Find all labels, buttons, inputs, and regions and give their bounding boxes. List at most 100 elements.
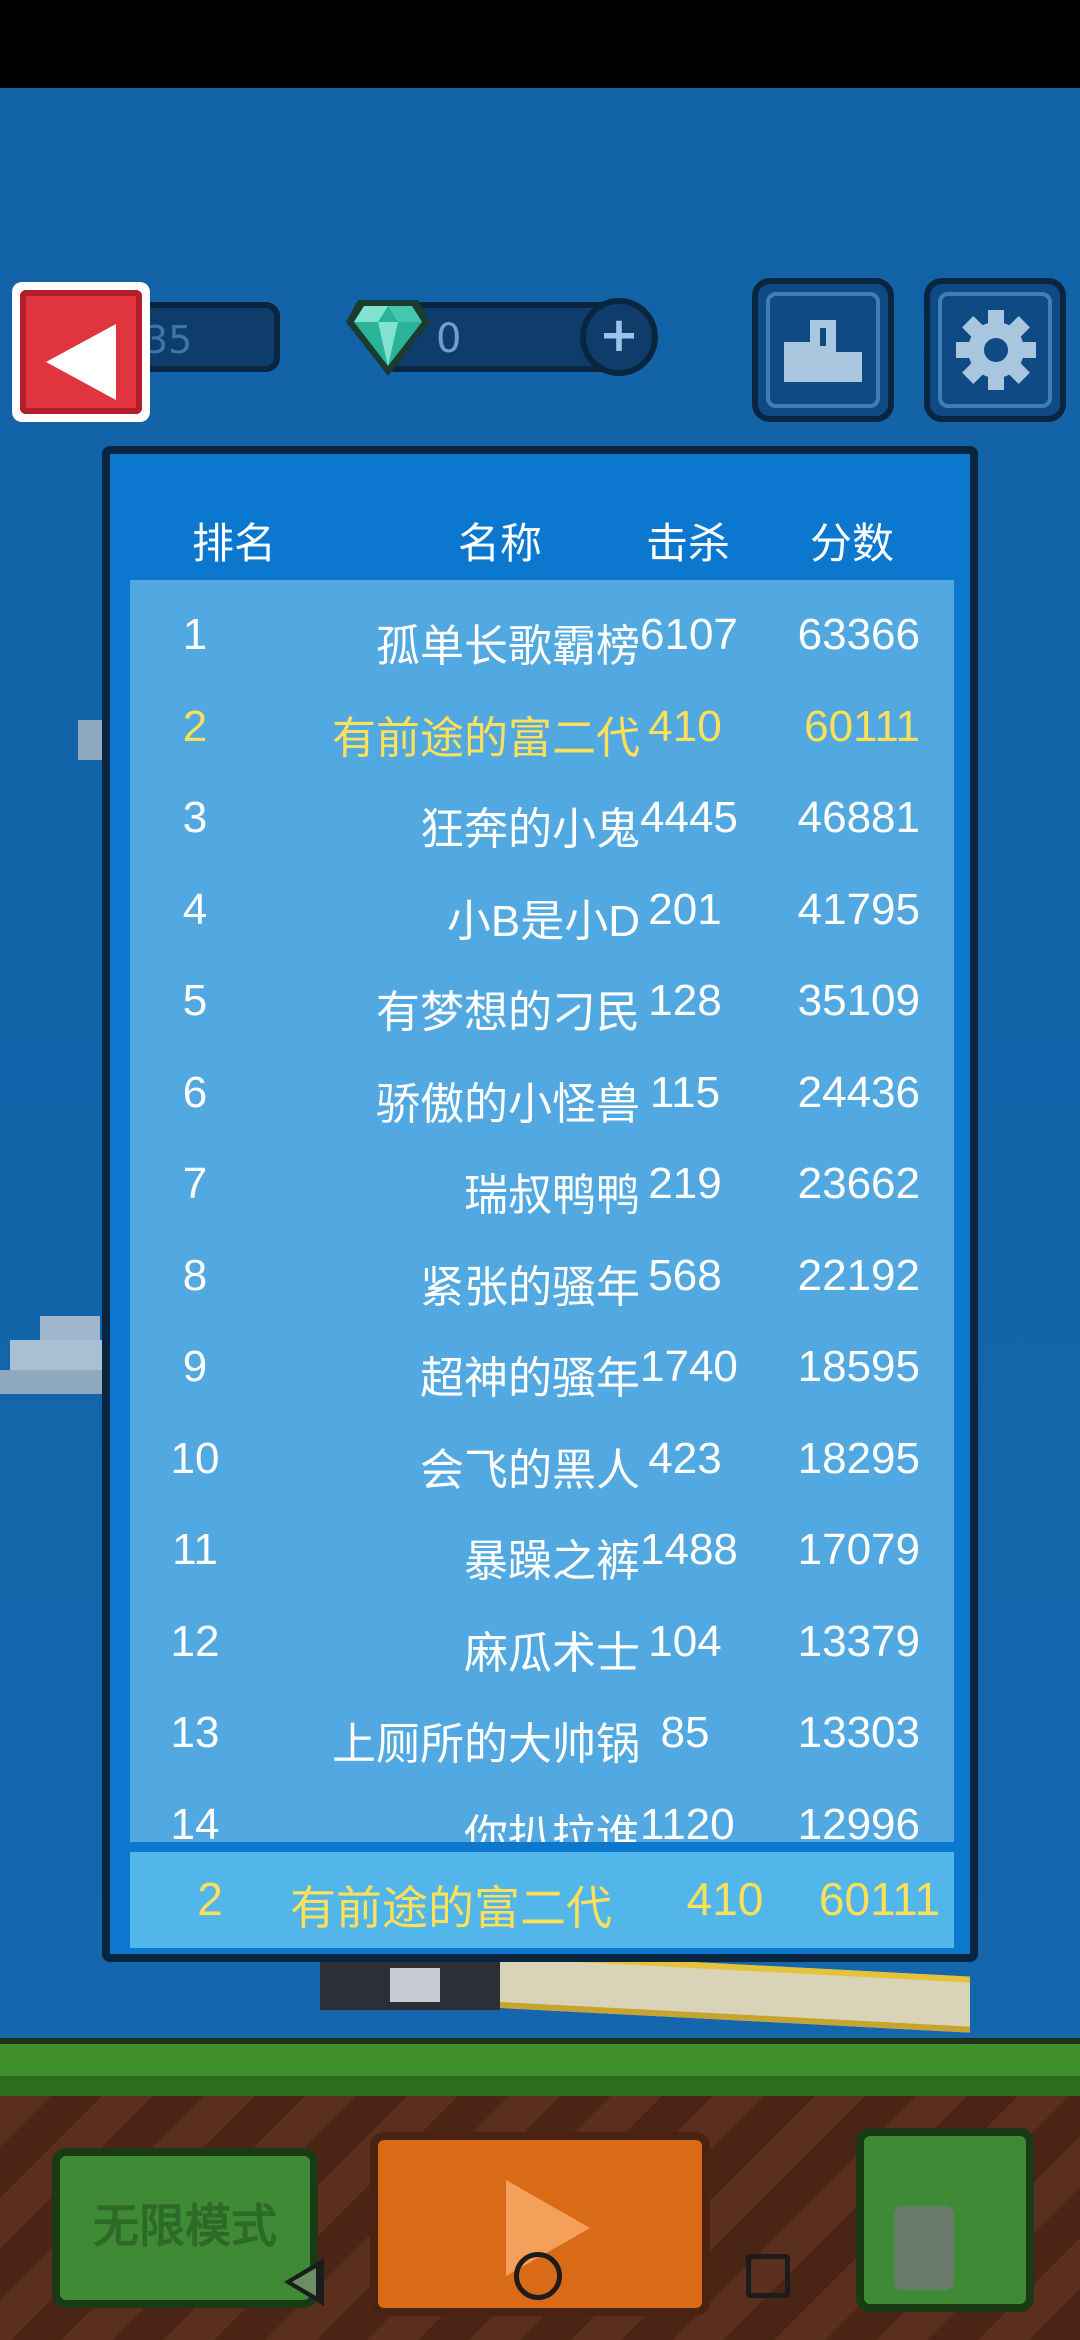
kills-cell: 1740	[640, 1342, 738, 1391]
name-cell: 上厕所的大帅锅	[332, 1720, 640, 1769]
name-cell: 有前途的富二代	[332, 713, 640, 763]
name-cell: 孤单长歌霸榜	[376, 622, 640, 671]
score-cell: 23662	[797, 1159, 920, 1208]
name-cell: 暴躁之裤	[464, 1537, 640, 1586]
leaderboard-row: 8 紧张的骚年 568 22192	[130, 1235, 954, 1327]
rank-cell: 10	[170, 1433, 220, 1483]
my-rank: 2	[197, 1873, 223, 1925]
back-button-face	[20, 290, 142, 414]
rank-cell: 13	[170, 1708, 220, 1757]
score-cell: 13303	[797, 1708, 920, 1757]
gear-icon	[956, 310, 1036, 390]
coins-counter: 35	[140, 302, 280, 372]
kills-cell: 1488	[640, 1525, 738, 1574]
podium-icon	[784, 320, 862, 382]
score-cell: 35109	[797, 976, 920, 1025]
back-arrow-icon	[46, 324, 116, 400]
rank-cell: 11	[172, 1525, 218, 1574]
my-score: 60111	[818, 1873, 940, 1925]
kills-cell: 85	[660, 1708, 710, 1757]
leaderboard-row: 3 狂奔的小鬼 4445 46881	[130, 777, 954, 869]
rank-cell: 2	[182, 701, 208, 751]
leaderboard-row: 2 有前途的富二代 410 60111	[130, 686, 954, 778]
leaderboard-row: 13 上厕所的大帅锅 85 13303	[130, 1692, 954, 1784]
name-cell: 超神的骚年	[420, 1354, 640, 1403]
name-cell: 瑞叔鸭鸭	[464, 1171, 640, 1220]
score-cell: 22192	[797, 1250, 920, 1300]
leaderboard-row: 11 暴躁之裤 1488 17079	[130, 1509, 954, 1601]
header-rank: 排名	[192, 520, 277, 567]
header-kills: 击杀	[646, 520, 731, 567]
cloud-part	[10, 1340, 110, 1370]
rank-cell: 1	[182, 610, 208, 659]
rank-cell: 6	[182, 1067, 208, 1117]
nav-home-icon[interactable]	[514, 2252, 562, 2300]
leaderboard-row: 6 骄傲的小怪兽 115 24436	[130, 1052, 954, 1144]
leaderboard-row: 14 你扒拉谁 1120 12996	[130, 1784, 954, 1843]
score-cell: 17079	[797, 1525, 920, 1574]
leaderboard-row: 10 会飞的黑人 423 18295	[130, 1418, 954, 1510]
kills-cell: 1120	[640, 1799, 735, 1843]
score-cell: 60111	[804, 701, 920, 751]
leaderboard-row: 9 超神的骚年 1740 18595	[130, 1326, 954, 1418]
kills-cell: 128	[648, 976, 722, 1025]
score-cell: 18295	[797, 1433, 920, 1483]
nav-recents-icon[interactable]	[746, 2254, 790, 2298]
rank-cell: 7	[182, 1159, 208, 1208]
header-score: 分数	[810, 520, 895, 567]
rank-cell: 3	[182, 793, 208, 842]
kills-cell: 201	[648, 884, 722, 934]
name-cell: 小B是小D	[446, 896, 640, 946]
name-cell: 你扒拉谁	[464, 1811, 640, 1843]
sword-blade	[490, 1951, 970, 2033]
kills-cell: 423	[648, 1433, 722, 1483]
kills-cell: 4445	[640, 793, 738, 842]
diamond-icon	[346, 300, 430, 376]
leaderboard-panel: 排名 名称 击杀 分数 1 孤单长歌霸榜 6107 63366 2 有前途的富二代 410 6…	[102, 446, 978, 1962]
coins-value: 35	[144, 318, 193, 362]
rank-cell: 4	[182, 884, 208, 934]
kills-cell: 410	[648, 701, 722, 751]
kills-cell: 115	[649, 1067, 721, 1117]
sword-guard	[390, 1968, 440, 2002]
kills-cell: 568	[648, 1250, 722, 1300]
name-cell: 骄傲的小怪兽	[376, 1079, 640, 1129]
leaderboard-row: 12 麻瓜术士 104 13379	[130, 1601, 954, 1693]
my-kills: 410	[686, 1873, 764, 1925]
cloud	[0, 1316, 110, 1394]
kills-cell: 104	[648, 1616, 722, 1666]
rank-cell: 14	[170, 1799, 220, 1843]
cloud-part	[40, 1316, 100, 1340]
score-cell: 63366	[797, 610, 920, 659]
leaderboard-row: 4 小B是小D 201 41795	[130, 869, 954, 961]
status-bar	[0, 0, 1080, 88]
sword-sprite	[320, 1951, 980, 2033]
leaderboard-row: 5 有梦想的刁民 128 35109	[130, 960, 954, 1052]
my-rank-bar: 2 有前途的富二代 410 60111	[130, 1852, 954, 1948]
score-cell: 24436	[797, 1067, 920, 1117]
settings-button[interactable]	[924, 278, 1066, 422]
name-cell: 狂奔的小鬼	[420, 805, 640, 854]
grass-edge	[0, 2076, 1080, 2096]
header-name: 名称	[458, 520, 543, 567]
kills-cell: 219	[648, 1159, 722, 1208]
rank-cell: 9	[182, 1342, 208, 1391]
leaderboard-list[interactable]: 1 孤单长歌霸榜 6107 63366 2 有前途的富二代 410 60111 3 狂奔的小鬼 44…	[130, 580, 954, 1842]
score-cell: 18595	[797, 1342, 920, 1391]
leaderboard-row: 7 瑞叔鸭鸭 219 23662	[130, 1143, 954, 1235]
name-cell: 麻瓜术士	[464, 1628, 640, 1678]
rank-cell: 8	[182, 1250, 208, 1300]
leaderboard-button[interactable]	[752, 278, 894, 422]
name-cell: 会飞的黑人	[420, 1445, 640, 1495]
add-gems-button[interactable]: +	[580, 298, 658, 376]
my-name: 有前途的富二代	[290, 1882, 612, 1934]
back-button[interactable]	[12, 282, 150, 422]
leaderboard-row: 1 孤单长歌霸榜 6107 63366	[130, 594, 954, 686]
plus-icon: +	[598, 307, 640, 363]
name-cell: 紧张的骚年	[420, 1262, 640, 1312]
rank-cell: 5	[182, 976, 208, 1025]
cloud	[78, 720, 104, 760]
gems-value: 0	[436, 316, 462, 362]
score-cell: 13379	[797, 1616, 920, 1666]
score-cell: 12996	[797, 1799, 920, 1843]
